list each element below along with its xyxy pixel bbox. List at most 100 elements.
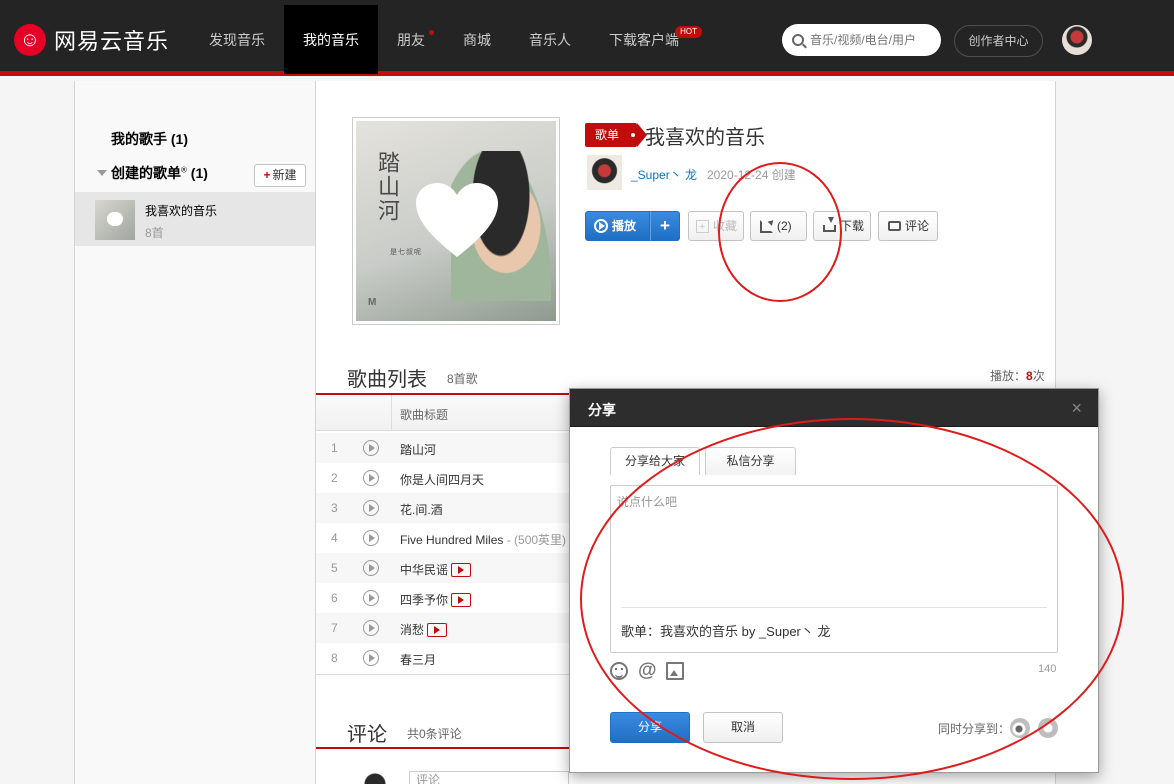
comments-title: 评论 bbox=[347, 724, 387, 746]
share-button[interactable]: (2) bbox=[750, 211, 807, 241]
comments-count: 共0条评论 bbox=[407, 727, 462, 741]
collapse-triangle-icon[interactable] bbox=[97, 170, 107, 176]
cover-mark: M bbox=[368, 297, 377, 308]
row-index: 7 bbox=[331, 621, 338, 635]
song-name[interactable]: 中华民谣 bbox=[400, 561, 472, 578]
nav-store[interactable]: 商城 bbox=[444, 5, 510, 74]
share-count: (2) bbox=[777, 219, 792, 233]
song-title: 春三月 bbox=[400, 653, 437, 667]
created-playlists-heading[interactable]: 创建的歌单® (1) bbox=[111, 163, 208, 183]
close-icon[interactable]: × bbox=[1071, 399, 1082, 417]
cancel-button[interactable]: 取消 bbox=[703, 712, 783, 743]
user-avatar[interactable] bbox=[1062, 25, 1092, 55]
top-nav-bar: ☺ 网易云音乐 发现音乐 我的音乐 朋友 商城 音乐人 下载客户端HOT 创作者… bbox=[0, 0, 1174, 76]
play-song-icon[interactable] bbox=[363, 440, 379, 456]
mv-icon[interactable] bbox=[451, 563, 472, 577]
song-name[interactable]: 花.间.酒 bbox=[400, 501, 443, 518]
nav-friends[interactable]: 朋友 bbox=[378, 5, 444, 74]
search-input[interactable] bbox=[810, 33, 930, 47]
mv-icon[interactable] bbox=[451, 593, 472, 607]
play-song-icon[interactable] bbox=[363, 620, 379, 636]
plus-icon: + bbox=[263, 168, 271, 182]
download-icon bbox=[823, 217, 836, 232]
main-nav: 发现音乐 我的音乐 朋友 商城 音乐人 下载客户端 HOT bbox=[190, 5, 702, 74]
qzone-icon[interactable] bbox=[1038, 718, 1058, 738]
row-index: 1 bbox=[331, 441, 338, 455]
confirm-share-button[interactable]: 分享 bbox=[610, 712, 690, 743]
song-name[interactable]: 消愁 bbox=[400, 621, 448, 638]
also-share-label: 同时分享到： bbox=[938, 722, 1011, 736]
song-title: 花.间.酒 bbox=[400, 503, 443, 517]
nav-discover[interactable]: 发现音乐 bbox=[190, 5, 284, 74]
comment-button[interactable]: 评论 bbox=[878, 211, 938, 241]
play-song-icon[interactable] bbox=[363, 650, 379, 666]
image-upload-icon[interactable] bbox=[666, 662, 684, 680]
play-song-icon[interactable] bbox=[363, 560, 379, 576]
sidebar-playlist-name: 我喜欢的音乐 bbox=[145, 204, 218, 218]
play-button[interactable]: 播放 bbox=[585, 211, 650, 241]
song-title: 中华民谣 bbox=[400, 563, 449, 577]
play-song-icon[interactable] bbox=[363, 530, 379, 546]
commenter-avatar bbox=[363, 771, 387, 784]
add-to-queue-button[interactable]: + bbox=[650, 211, 680, 241]
play-song-icon[interactable] bbox=[363, 500, 379, 516]
tab-share-public[interactable]: 分享给大家 bbox=[610, 447, 700, 475]
nav-label: 我的音乐 bbox=[303, 32, 359, 48]
created-date: 2020-12-24 创建 bbox=[707, 168, 796, 182]
my-singers-heading[interactable]: 我的歌手 (1) bbox=[111, 129, 188, 149]
share-textarea[interactable]: 说点什么吧 歌单：我喜欢的音乐 by _Super丶 龙 bbox=[610, 485, 1058, 653]
row-index: 4 bbox=[331, 531, 338, 545]
song-title: 你是人间四月天 bbox=[400, 473, 485, 487]
song-name[interactable]: 踏山河 bbox=[400, 441, 436, 458]
nav-musician[interactable]: 音乐人 bbox=[510, 5, 590, 74]
nav-label: 商城 bbox=[463, 32, 491, 48]
at-mention-icon[interactable]: @ bbox=[638, 661, 657, 680]
nav-download-client[interactable]: 下载客户端 HOT bbox=[590, 5, 702, 74]
share-icon bbox=[760, 219, 773, 233]
tag-dot bbox=[631, 133, 636, 137]
creator-center-button[interactable]: 创作者中心 bbox=[954, 25, 1043, 57]
song-name[interactable]: Five Hundred Miles - (500英里) bbox=[400, 531, 566, 548]
play-count-value: 8 bbox=[1026, 369, 1033, 383]
play-song-icon[interactable] bbox=[363, 590, 379, 606]
tab-share-private[interactable]: 私信分享 bbox=[705, 447, 796, 475]
row-index: 3 bbox=[331, 501, 338, 515]
play-song-icon[interactable] bbox=[363, 470, 379, 486]
song-name[interactable]: 春三月 bbox=[400, 651, 436, 668]
creator-name-link[interactable]: _Super丶 龙 bbox=[631, 166, 697, 183]
shared-playlist-quote: 歌单：我喜欢的音乐 by _Super丶 龙 bbox=[621, 624, 831, 639]
play-count-label: 播放： bbox=[990, 369, 1027, 383]
textarea-placeholder: 说点什么吧 bbox=[617, 495, 678, 509]
weibo-icon[interactable] bbox=[1010, 718, 1030, 738]
nav-label: 音乐人 bbox=[529, 32, 571, 48]
char-count: 140 bbox=[1038, 663, 1057, 675]
cover-title: 踏山河 bbox=[374, 151, 399, 223]
comment-input[interactable]: 评论 bbox=[409, 771, 569, 784]
nav-my-music[interactable]: 我的音乐 bbox=[284, 5, 378, 74]
comment-icon bbox=[888, 221, 901, 231]
row-index: 8 bbox=[331, 651, 338, 665]
new-playlist-label: 新建 bbox=[272, 168, 297, 182]
song-list-title: 歌曲列表 bbox=[347, 369, 427, 391]
creator-avatar[interactable] bbox=[587, 155, 622, 190]
dialog-title: 分享 bbox=[588, 402, 616, 418]
download-label: 下载 bbox=[840, 219, 865, 233]
search-box[interactable] bbox=[782, 24, 941, 56]
logo[interactable]: ☺ 网易云音乐 bbox=[14, 22, 169, 58]
emoji-icon[interactable] bbox=[610, 662, 628, 680]
song-name[interactable]: 四季予你 bbox=[400, 591, 472, 608]
new-playlist-button[interactable]: + 新建 bbox=[254, 164, 306, 187]
sidebar-playlist-item[interactable]: 我喜欢的音乐 8首 bbox=[75, 192, 315, 246]
collect-button[interactable]: 收藏 bbox=[688, 211, 744, 241]
playlist-thumbnail bbox=[95, 200, 135, 240]
mv-icon[interactable] bbox=[427, 623, 448, 637]
header-separator bbox=[391, 395, 392, 431]
download-button[interactable]: 下载 bbox=[813, 211, 871, 241]
collect-label: 收藏 bbox=[713, 219, 738, 233]
song-alias: - (500英里) bbox=[503, 533, 567, 547]
left-sidebar: 我的歌手 (1) 创建的歌单® (1) + 新建 我喜欢的音乐 8首 bbox=[75, 81, 316, 784]
collect-icon bbox=[696, 213, 709, 241]
song-name[interactable]: 你是人间四月天 bbox=[400, 471, 484, 488]
dialog-header[interactable]: 分享 × bbox=[570, 389, 1098, 427]
heart-icon bbox=[416, 183, 498, 257]
